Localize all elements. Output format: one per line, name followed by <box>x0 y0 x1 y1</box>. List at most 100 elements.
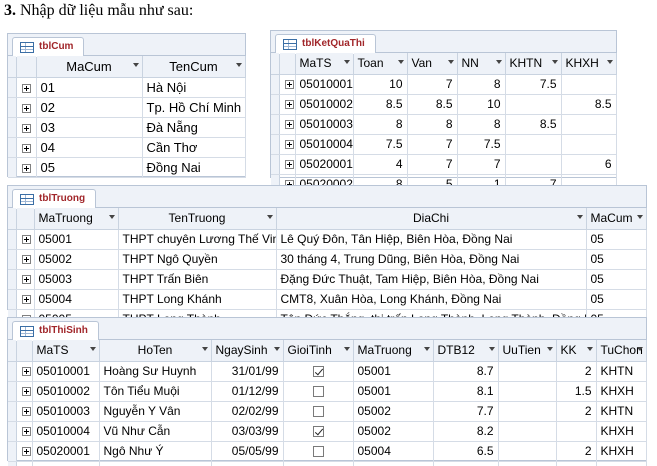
cell-DTB12[interactable]: 8.1 <box>433 381 499 402</box>
table-row[interactable]: 05010002 8.5 8.5 10 8.5 <box>271 94 617 115</box>
cell-MaTruong[interactable]: 05004 <box>34 289 119 310</box>
cell-TuChon[interactable]: KHXH <box>596 441 647 462</box>
cell-NN[interactable]: 8 <box>457 74 506 95</box>
expand-cell[interactable] <box>279 94 296 115</box>
cell-KHXH[interactable]: 6 <box>561 154 617 175</box>
column-header-Toan[interactable]: Toan <box>353 53 408 75</box>
cell-KK[interactable]: 1.5 <box>556 381 597 402</box>
column-header-TuChon[interactable]: TuChon <box>596 340 647 362</box>
column-header-GioiTinh[interactable]: GioiTinh <box>283 340 354 362</box>
expand-cell[interactable] <box>16 269 35 290</box>
column-header-KHXH[interactable]: KHXH <box>561 53 617 75</box>
expand-plus-icon[interactable] <box>284 140 294 150</box>
column-header-HoTen[interactable]: HoTen <box>99 340 212 362</box>
expand-cell[interactable] <box>16 441 33 462</box>
cell-TenTruong[interactable]: THPT Ngô Quyền <box>118 249 277 270</box>
expand-cell[interactable] <box>279 154 296 175</box>
cell-GioiTinh[interactable] <box>283 461 354 466</box>
row-selector-header[interactable] <box>8 56 17 78</box>
table-row[interactable]: 05010003 8 8 8 8.5 <box>271 114 617 135</box>
cell-KHTN[interactable] <box>505 154 562 175</box>
cell-DTB12[interactable]: 7.7 <box>433 401 499 422</box>
cell-NgaySinh[interactable]: 03/03/99 <box>211 421 284 442</box>
expand-plus-icon[interactable] <box>284 120 294 130</box>
cell-HoTen[interactable]: Tôn Tiểu Muội <box>99 381 212 402</box>
cell-Toan[interactable]: 7.5 <box>353 134 408 155</box>
row-selector[interactable] <box>8 229 17 250</box>
cell-UuTien[interactable] <box>498 401 557 422</box>
table-row[interactable]: 05010001 Hoàng Sư Huynh 31/01/99 05001 8.7 2 K… <box>8 361 647 382</box>
cell-Van[interactable]: 7 <box>407 134 458 155</box>
cell-MaCum[interactable]: 05 <box>586 249 647 270</box>
tab-tblThiSinh[interactable]: tblThiSinh <box>12 321 99 341</box>
cell-KK[interactable]: 2 <box>556 461 597 466</box>
cell-TuChon[interactable]: KHXH <box>596 381 647 402</box>
cell-TenTruong[interactable]: THPT chuyên Lương Thế Vinh <box>118 229 277 250</box>
row-selector[interactable] <box>8 117 17 138</box>
column-header-DTB12[interactable]: DTB12 <box>433 340 499 362</box>
column-header-MaTS[interactable]: MaTS <box>32 340 100 362</box>
cell-TuChon[interactable]: KHTN <box>596 361 647 382</box>
expand-plus-icon[interactable] <box>21 103 31 113</box>
cell-NgaySinh[interactable]: 05/05/99 <box>211 441 284 462</box>
cell-MaTS[interactable]: 05010001 <box>295 74 354 95</box>
cell-MaTS[interactable]: 05010002 <box>32 381 100 402</box>
row-selector[interactable] <box>8 381 17 402</box>
dropdown-arrow-icon[interactable] <box>273 347 280 351</box>
cell-MaCum[interactable]: 02 <box>36 97 143 118</box>
table-row[interactable]: 05 Đồng Nai <box>8 157 246 178</box>
column-header-KHTN[interactable]: KHTN <box>505 53 562 75</box>
expand-cell[interactable] <box>16 77 37 98</box>
cell-HoTen[interactable]: Nguyễn Y Vân <box>99 401 212 422</box>
cell-GioiTinh[interactable] <box>283 381 354 402</box>
column-header-MaTruong[interactable]: MaTruong <box>34 208 119 230</box>
column-header-MaTruong[interactable]: MaTruong <box>353 340 434 362</box>
cell-KHTN[interactable]: 7.5 <box>505 74 562 95</box>
dropdown-arrow-icon[interactable] <box>636 215 643 219</box>
dropdown-arrow-icon[interactable] <box>132 63 139 67</box>
cell-TuChon[interactable]: KHTN <box>596 461 647 466</box>
cell-HoTen[interactable]: Vũ Như Cẫn <box>99 421 212 442</box>
cell-Van[interactable]: 8.5 <box>407 94 458 115</box>
dropdown-arrow-icon[interactable] <box>201 347 208 351</box>
table-row[interactable]: 01 Hà Nội <box>8 77 246 98</box>
checkbox[interactable] <box>312 446 324 458</box>
table-row[interactable]: 05010001 10 7 8 7.5 <box>271 74 617 95</box>
cell-MaTS[interactable]: 05010004 <box>295 134 354 155</box>
table-row[interactable]: 05004 THPT Long Khánh CMT8, Xuân Hòa, Long… <box>8 289 647 310</box>
expand-plus-icon[interactable] <box>21 255 31 265</box>
expand-cell[interactable] <box>16 157 37 178</box>
row-selector[interactable] <box>8 461 17 466</box>
expand-plus-icon[interactable] <box>284 80 294 90</box>
cell-MaTruong[interactable]: 05004 <box>353 461 434 466</box>
cell-NN[interactable]: 7.5 <box>457 134 506 155</box>
dropdown-arrow-icon[interactable] <box>586 347 593 351</box>
cell-TenCum[interactable]: Đồng Nai <box>142 157 246 178</box>
row-selector[interactable] <box>8 289 17 310</box>
dropdown-arrow-icon[interactable] <box>343 347 350 351</box>
table-row[interactable]: 05001 THPT chuyên Lương Thế Vinh Lê Quý Đô… <box>8 229 647 250</box>
cell-MaTS[interactable]: 05010003 <box>295 114 354 135</box>
row-selector[interactable] <box>8 441 17 462</box>
table-row[interactable]: 05010004 7.5 7 7.5 <box>271 134 617 155</box>
row-selector-header[interactable] <box>8 208 17 230</box>
cell-KHTN[interactable] <box>505 134 562 155</box>
expand-cell[interactable] <box>16 229 35 250</box>
table-row[interactable]: 05020001 Ngô Như Ý 05/05/99 05004 6.5 2 KHXH <box>8 441 647 462</box>
cell-MaCum[interactable]: 04 <box>36 137 143 158</box>
cell-KHTN[interactable] <box>505 94 562 115</box>
expand-cell[interactable] <box>16 137 37 158</box>
expand-plus-icon[interactable] <box>21 447 31 457</box>
cell-Toan[interactable]: 4 <box>353 154 408 175</box>
cell-NgaySinh[interactable]: 31/01/99 <box>211 361 284 382</box>
cell-DiaChi[interactable]: Lê Quý Đôn, Tân Hiệp, Biên Hòa, Đồng Nai <box>276 229 587 250</box>
expand-plus-icon[interactable] <box>284 100 294 110</box>
expand-cell[interactable] <box>279 74 296 95</box>
dropdown-arrow-icon[interactable] <box>546 347 553 351</box>
cell-GioiTinh[interactable] <box>283 421 354 442</box>
cell-UuTien[interactable] <box>498 381 557 402</box>
expand-plus-icon[interactable] <box>21 123 31 133</box>
dropdown-arrow-icon[interactable] <box>495 60 502 64</box>
dropdown-arrow-icon[interactable] <box>447 60 454 64</box>
table-row[interactable]: 05020002Quách Thành Danh10/10/99 050047.3… <box>8 461 647 466</box>
